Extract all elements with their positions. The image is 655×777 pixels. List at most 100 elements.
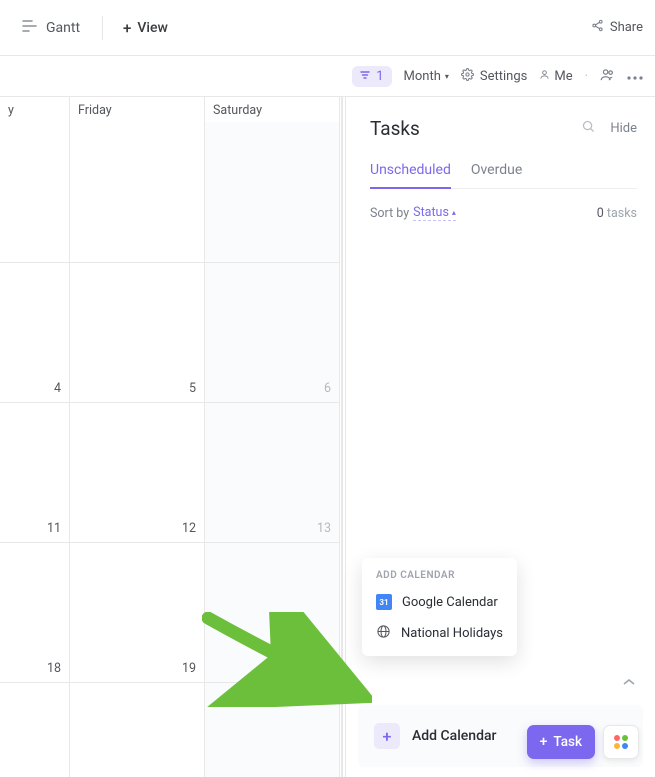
calendar-date: 4 bbox=[54, 381, 61, 396]
calendar-date: 13 bbox=[317, 521, 331, 536]
google-calendar-icon: 31 bbox=[376, 594, 392, 610]
settings-label: Settings bbox=[480, 69, 527, 84]
calendar-cell[interactable]: 26 bbox=[70, 682, 205, 777]
calendar: y Friday Saturday 4 5 6 11 12 13 18 19 20 2526 bbox=[0, 97, 345, 777]
filter-count: 1 bbox=[376, 69, 383, 84]
settings-button[interactable]: Settings bbox=[461, 68, 527, 85]
popover-item-google-calendar[interactable]: 31 Google Calendar bbox=[362, 587, 517, 617]
tab-overdue[interactable]: Overdue bbox=[471, 162, 522, 188]
calendar-cell[interactable]: 13 bbox=[205, 402, 340, 542]
apps-icon bbox=[614, 735, 628, 749]
assignee-button[interactable] bbox=[600, 68, 615, 85]
add-calendar-button[interactable]: + Add Calendar bbox=[374, 723, 496, 749]
search-button[interactable] bbox=[581, 119, 596, 138]
panel-title: Tasks bbox=[370, 117, 420, 140]
calendar-cell[interactable]: 5 bbox=[70, 262, 205, 402]
sort-row: Sort by Status ▴ 0 tasks bbox=[370, 205, 637, 221]
plus-icon: + bbox=[123, 19, 131, 37]
globe-icon bbox=[376, 624, 391, 643]
chevron-up-icon bbox=[623, 675, 635, 690]
calendar-header-label: Saturday bbox=[213, 103, 262, 118]
hide-panel-button[interactable]: Hide bbox=[610, 121, 637, 136]
add-view-button[interactable]: + View bbox=[123, 19, 168, 37]
divider bbox=[102, 16, 103, 40]
sort-field-label: Status bbox=[413, 205, 449, 220]
tab-unscheduled[interactable]: Unscheduled bbox=[370, 162, 451, 188]
ellipsis-icon bbox=[627, 69, 643, 84]
calendar-header-cell: y bbox=[0, 97, 70, 122]
calendar-cell[interactable] bbox=[205, 122, 340, 262]
calendar-cell[interactable] bbox=[205, 682, 340, 777]
more-button[interactable] bbox=[627, 69, 643, 84]
calendar-cell[interactable]: 6 bbox=[205, 262, 340, 402]
tabs: Unscheduled Overdue bbox=[370, 162, 637, 189]
tasks-count-num: 0 bbox=[597, 206, 604, 221]
calendar-cell[interactable]: 11 bbox=[0, 402, 70, 542]
sort-asc-icon: ▴ bbox=[452, 208, 456, 217]
panel-title-actions: Hide bbox=[581, 119, 637, 138]
gantt-view-button[interactable]: Gantt bbox=[20, 15, 82, 41]
new-task-label: Task bbox=[553, 734, 582, 750]
calendar-cell[interactable]: 4 bbox=[0, 262, 70, 402]
search-icon bbox=[581, 123, 596, 138]
filter-icon bbox=[360, 69, 370, 84]
calendar-date: 12 bbox=[182, 521, 196, 536]
sort-prefix: Sort by bbox=[370, 206, 409, 221]
calendar-body: 4 5 6 11 12 13 18 19 20 2526 bbox=[0, 122, 345, 777]
add-calendar-label: Add Calendar bbox=[412, 728, 496, 744]
person-icon bbox=[539, 69, 550, 84]
calendar-cell[interactable]: 12 bbox=[70, 402, 205, 542]
period-selector[interactable]: Month ▾ bbox=[404, 69, 449, 84]
people-icon bbox=[600, 68, 615, 85]
calendar-date: 19 bbox=[182, 661, 196, 676]
calendar-cell[interactable]: 19 bbox=[70, 542, 205, 682]
toolbar: 1 Month ▾ Settings Me · bbox=[0, 56, 655, 96]
popover-title: ADD CALENDAR bbox=[362, 568, 517, 587]
tasks-count: 0 tasks bbox=[597, 206, 637, 221]
collapse-section-button[interactable] bbox=[623, 675, 635, 690]
chevron-down-icon: ▾ bbox=[445, 72, 449, 81]
calendar-date: 20 bbox=[317, 661, 331, 676]
calendar-date: 11 bbox=[47, 521, 61, 536]
me-filter-button[interactable]: Me bbox=[539, 69, 572, 84]
share-button[interactable]: Share bbox=[591, 19, 643, 36]
popover-item-national-holidays[interactable]: National Holidays bbox=[362, 617, 517, 650]
add-calendar-popover: ADD CALENDAR 31 Google Calendar National… bbox=[362, 558, 517, 656]
view-label: View bbox=[137, 20, 168, 36]
calendar-header-label: Friday bbox=[78, 103, 112, 118]
separator-dot: · bbox=[585, 69, 588, 84]
fab-row: + Task bbox=[527, 725, 639, 759]
sort-field-button[interactable]: Status ▴ bbox=[413, 205, 456, 221]
calendar-header-cell: Saturday bbox=[205, 97, 340, 122]
new-task-button[interactable]: + Task bbox=[527, 725, 595, 759]
sort-control: Sort by Status ▴ bbox=[370, 205, 456, 221]
tasks-panel: Tasks Hide Unscheduled Overdue Sort by S… bbox=[345, 97, 655, 777]
calendar-cell[interactable] bbox=[0, 122, 70, 262]
gear-icon bbox=[461, 68, 474, 85]
calendar-cell[interactable]: 25 bbox=[0, 682, 70, 777]
calendar-header: y Friday Saturday bbox=[0, 97, 345, 122]
filter-chip[interactable]: 1 bbox=[352, 66, 391, 87]
plus-icon: + bbox=[374, 723, 400, 749]
calendar-header-cell: Friday bbox=[70, 97, 205, 122]
calendar-cell[interactable] bbox=[70, 122, 205, 262]
calendar-date: 5 bbox=[189, 381, 196, 396]
period-label: Month bbox=[404, 69, 441, 84]
share-icon bbox=[591, 19, 604, 36]
calendar-header-label: y bbox=[8, 103, 14, 118]
calendar-date: 18 bbox=[47, 661, 61, 676]
topbar-left: Gantt + View bbox=[20, 15, 168, 41]
apps-button[interactable] bbox=[603, 725, 639, 759]
calendar-cell[interactable]: 20 bbox=[205, 542, 340, 682]
calendar-date: 6 bbox=[324, 381, 331, 396]
popover-item-label: Google Calendar bbox=[402, 595, 498, 610]
panel-title-row: Tasks Hide bbox=[370, 117, 637, 140]
popover-item-label: National Holidays bbox=[401, 626, 503, 641]
topbar: Gantt + View Share bbox=[0, 0, 655, 56]
share-label: Share bbox=[610, 20, 643, 35]
main: y Friday Saturday 4 5 6 11 12 13 18 19 20 2526 Ta… bbox=[0, 96, 655, 777]
calendar-cell[interactable]: 18 bbox=[0, 542, 70, 682]
plus-icon: + bbox=[540, 734, 548, 750]
panel-resize-handle[interactable] bbox=[340, 96, 346, 777]
gantt-label: Gantt bbox=[46, 20, 80, 36]
